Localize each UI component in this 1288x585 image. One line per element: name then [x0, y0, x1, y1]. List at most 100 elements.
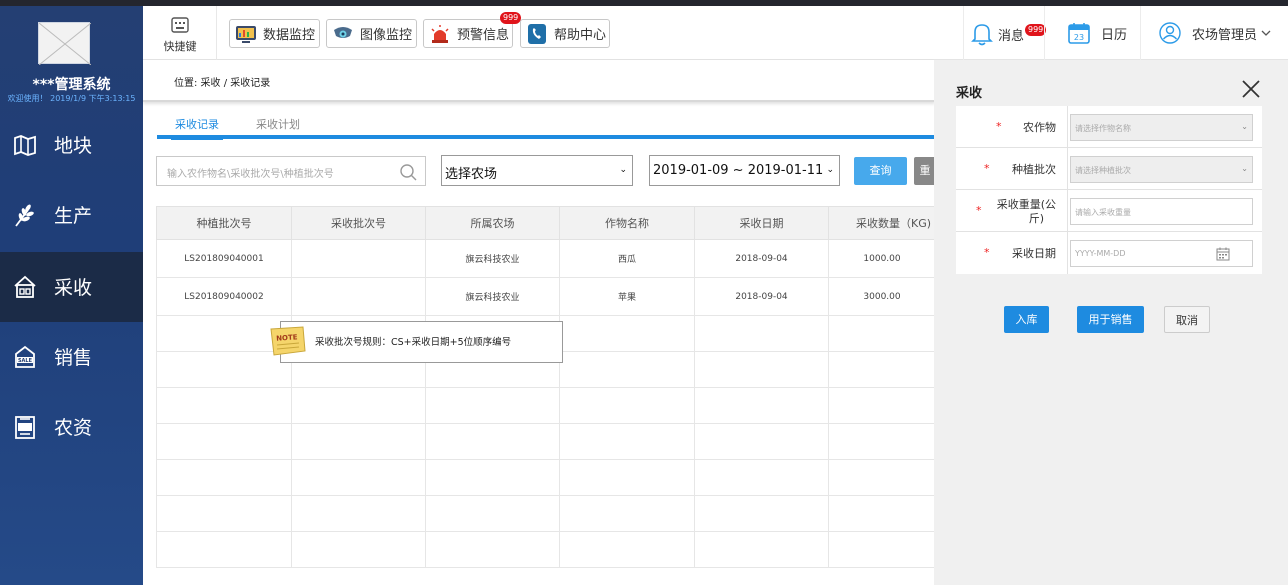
help-phone-icon: [528, 23, 546, 44]
planting-batch-select[interactable]: 请选择种植批次 ⌄: [1070, 156, 1253, 183]
data-monitor-icon: [236, 25, 256, 43]
data-monitor-button[interactable]: 数据监控: [229, 19, 320, 48]
calendar-icon: 23: [1068, 23, 1090, 44]
date-range-value: 2019-01-09 ~ 2019-01-11: [653, 163, 824, 178]
harvest-form: * 农作物 请选择作物名称 ⌄ * 种植批次 请选择种植批次 ⌄ * 采收重量(…: [956, 106, 1262, 274]
sidebar-item-agri-supplies[interactable]: 农资: [0, 392, 143, 462]
alert-badge: 999: [500, 12, 522, 24]
sidebar-item-label: 地块: [54, 135, 93, 157]
breadcrumb: 位置: 采收 / 采收记录: [143, 60, 935, 102]
planting-batch-placeholder: 请选择种植批次: [1075, 166, 1131, 175]
table-row-empty: [156, 423, 936, 460]
sidebar-item-harvest[interactable]: 采收: [0, 252, 143, 322]
divider: [963, 6, 964, 60]
required-mark: *: [984, 246, 990, 259]
shortcut-label: 快捷键: [163, 40, 197, 53]
for-sale-button[interactable]: 用于销售: [1077, 306, 1144, 333]
sidebar-item-label: 农资: [54, 417, 93, 439]
chevron-down-icon: [1261, 30, 1271, 36]
bell-icon: [971, 24, 993, 46]
field-label: * 种植批次: [956, 148, 1068, 190]
harvest-records-table: 种植批次号 采收批次号 所属农场 作物名称 采收日期 采收数量（KG) LS20…: [156, 206, 936, 568]
planting-batch-label: 种植批次: [1012, 163, 1056, 176]
field-label: * 采收重量(公 斤): [956, 190, 1068, 232]
tab-bar: 采收记录 采收计划: [157, 108, 935, 140]
column-header: 采收日期: [694, 206, 829, 240]
table-cell: 旗云科技农业: [425, 239, 560, 278]
required-mark: *: [996, 120, 1002, 133]
field-label: * 农作物: [956, 106, 1068, 148]
search-placeholder: 输入农作物名\采收批次号\种植批次号: [167, 169, 334, 180]
sidebar: ***管理系统 欢迎使用！ 2019/1/9 下午3:13:15 地块 生产 采…: [0, 6, 143, 585]
agri-supply-icon: [15, 416, 35, 439]
alert-info-button[interactable]: 预警信息: [423, 19, 513, 48]
date-range-select[interactable]: 2019-01-09 ~ 2019-01-11 ⌄: [649, 155, 840, 186]
field-label: * 采收日期: [956, 232, 1068, 274]
harvest-house-icon: [14, 275, 36, 298]
svg-text:NOTE: NOTE: [276, 333, 298, 342]
chevron-down-icon: ⌄: [1241, 122, 1248, 131]
tab-harvest-records[interactable]: 采收记录: [171, 116, 223, 140]
table-cell: 3000.00: [828, 277, 936, 316]
store-button[interactable]: 入库: [1004, 306, 1049, 333]
crop-select[interactable]: 请选择作物名称 ⌄: [1070, 114, 1253, 141]
crop-label: 农作物: [1023, 121, 1056, 134]
table-cell: [291, 277, 426, 316]
column-header: 所属农场: [425, 206, 560, 240]
messages-label: 消息: [998, 28, 1025, 44]
table-cell: 1000.00: [828, 239, 936, 278]
table-row-empty: [156, 495, 936, 532]
top-toolbar: 快捷键 数据监控 图像监控 预警信息 999 帮助中心 消息 999 23 日历…: [143, 6, 1288, 60]
harvest-weight-label: 采收重量(公: [996, 198, 1056, 211]
harvest-date-input[interactable]: YYYY-MM-DD: [1070, 240, 1253, 267]
column-header: 种植批次号: [156, 206, 292, 240]
messages-button[interactable]: 消息: [971, 22, 1024, 46]
farm-select[interactable]: 选择农场 ⌄: [441, 155, 633, 186]
system-title: ***管理系统: [32, 77, 111, 93]
image-monitor-button[interactable]: 图像监控: [326, 19, 417, 48]
cancel-button[interactable]: 取消: [1164, 306, 1210, 333]
user-name: 农场管理员: [1192, 27, 1258, 43]
sidebar-item-plot[interactable]: 地块: [0, 110, 143, 180]
form-row-crop: * 农作物 请选择作物名称 ⌄: [956, 106, 1262, 148]
image-monitor-label: 图像监控: [360, 28, 413, 43]
calendar-button[interactable]: 23 日历: [1068, 22, 1127, 44]
note-icon: NOTE: [270, 326, 306, 356]
harvest-weight-input[interactable]: 请输入采收重量: [1070, 198, 1253, 225]
user-menu[interactable]: 农场管理员: [1159, 22, 1272, 44]
divider: [1140, 6, 1141, 60]
close-icon[interactable]: [1240, 78, 1262, 100]
breadcrumb-text: 位置: 采收 / 采收记录: [174, 78, 271, 89]
harvest-date-label: 采收日期: [1012, 247, 1056, 260]
data-monitor-label: 数据监控: [263, 28, 316, 43]
table-cell: LS201809040002: [156, 277, 292, 316]
svg-text:SALE: SALE: [18, 358, 33, 364]
table-header-row: 种植批次号 采收批次号 所属农场 作物名称 采收日期 采收数量（KG): [156, 206, 936, 240]
camera-icon: [334, 26, 352, 38]
calendar-label: 日历: [1101, 27, 1128, 43]
table-row[interactable]: LS201809040001 旗云科技农业 西瓜 2018-09-04 1000…: [156, 239, 936, 278]
tab-harvest-plan[interactable]: 采收计划: [256, 116, 300, 132]
chevron-down-icon: ⌄: [619, 165, 627, 175]
table-cell: 2018-09-04: [694, 239, 829, 278]
help-center-button[interactable]: 帮助中心: [520, 19, 610, 48]
table-row-empty: [156, 387, 936, 424]
search-icon[interactable]: [399, 163, 417, 181]
reset-button[interactable]: 重: [914, 157, 936, 185]
wheat-icon: [15, 204, 34, 227]
search-input[interactable]: 输入农作物名\采收批次号\种植批次号: [156, 156, 426, 186]
sidebar-item-production[interactable]: 生产: [0, 180, 143, 250]
farm-select-value: 选择农场: [445, 167, 498, 182]
form-row-planting-batch: * 种植批次 请选择种植批次 ⌄: [956, 148, 1262, 190]
crop-placeholder: 请选择作物名称: [1075, 124, 1131, 133]
harvest-panel: 采收 * 农作物 请选择作物名称 ⌄ * 种植批次 请选择种植批次 ⌄ * 采收…: [934, 60, 1288, 585]
map-icon: [14, 135, 36, 156]
chevron-down-icon: ⌄: [1241, 164, 1248, 173]
table-row[interactable]: LS201809040002 旗云科技农业 苹果 2018-09-04 3000…: [156, 277, 936, 316]
help-center-label: 帮助中心: [554, 28, 607, 43]
calendar-icon[interactable]: [1216, 247, 1230, 261]
svg-text:23: 23: [1074, 33, 1084, 42]
sidebar-item-sales[interactable]: SALE 销售: [0, 322, 143, 392]
query-button[interactable]: 查询: [854, 157, 907, 185]
shortcut-button[interactable]: 快捷键: [143, 6, 217, 60]
